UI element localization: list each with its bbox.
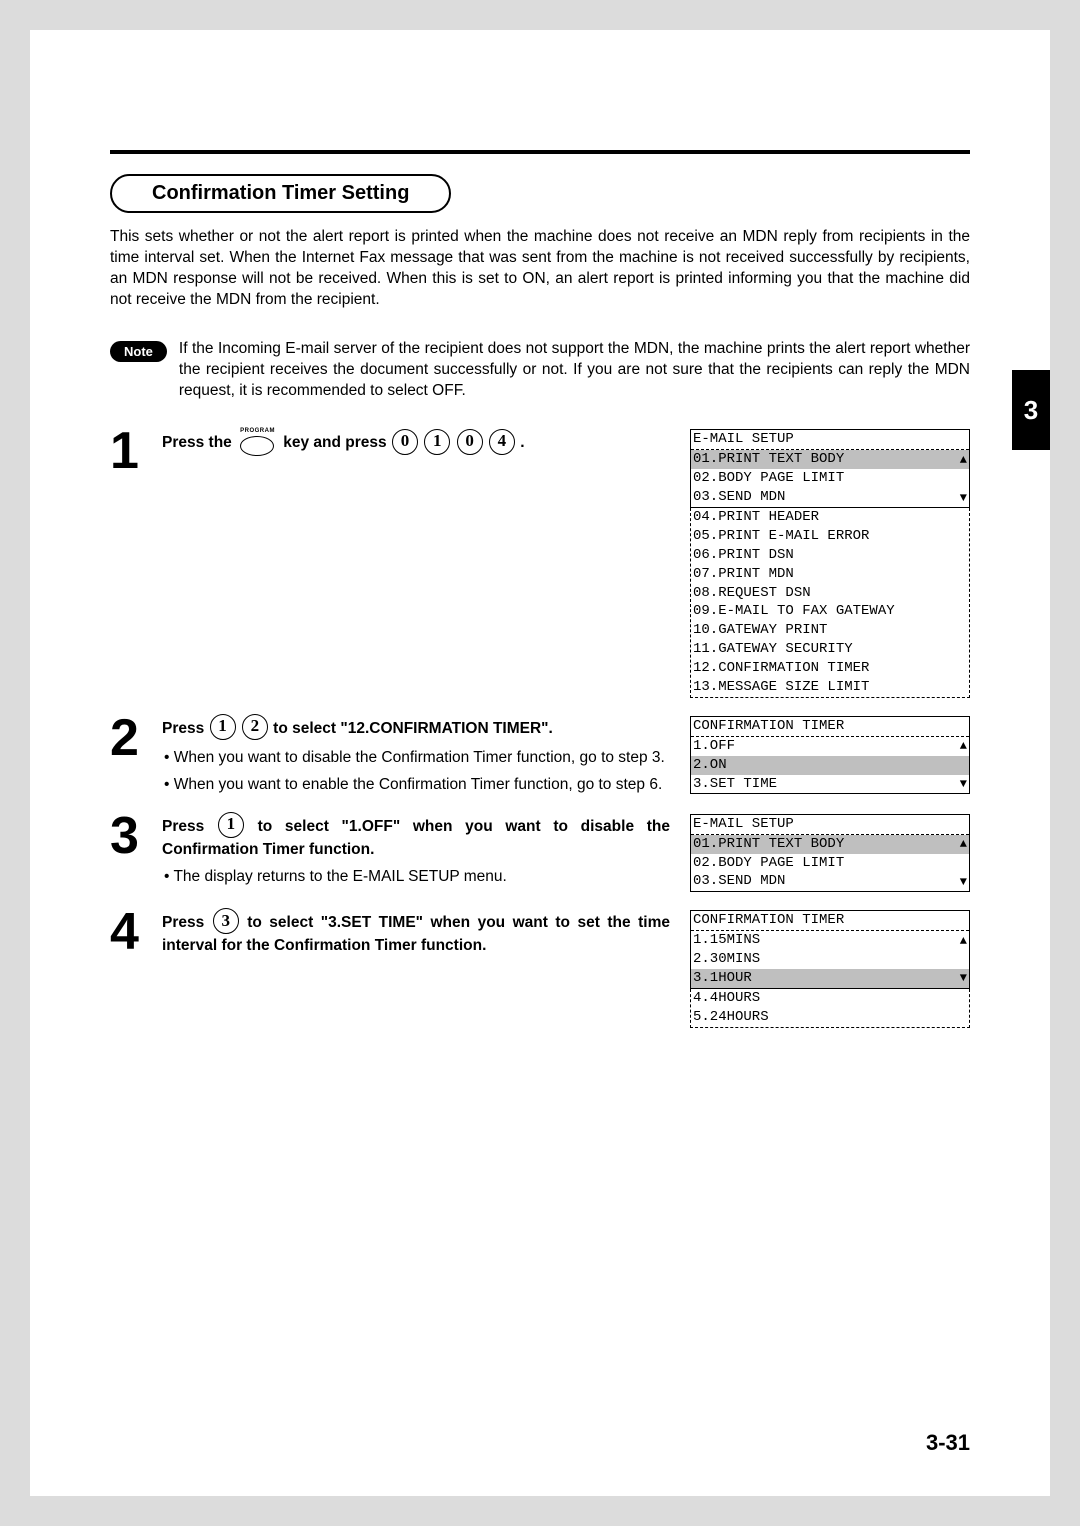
chapter-tab: 3 (1012, 370, 1050, 450)
step-2: 2 Press 1 2 to select "12.CONFIRMATION T… (110, 716, 970, 796)
screen-1: E-MAIL SETUP01.PRINT TEXT BODY▲02.BODY P… (690, 429, 970, 697)
screen-row: 3.1HOUR▼ (691, 969, 969, 988)
screen-row-hidden: 05.PRINT E-MAIL ERROR (691, 527, 969, 546)
top-rule (110, 150, 970, 154)
program-key-icon: PROGRAM (240, 427, 275, 455)
up-arrow-icon: ▲ (960, 935, 967, 947)
screen-2: CONFIRMATION TIMER1.OFF▲2.ON3.SET TIME▼ (690, 716, 970, 795)
up-arrow-icon: ▲ (960, 454, 967, 466)
step2-text-a: Press (162, 720, 204, 737)
screen-row-hidden: 08.REQUEST DSN (691, 584, 969, 603)
key-1: 1 (210, 714, 236, 740)
key-1: 1 (424, 429, 450, 455)
screen-row: 2.30MINS (691, 950, 969, 969)
screen-title: E-MAIL SETUP (693, 815, 794, 834)
key-0b: 0 (457, 429, 483, 455)
intro-paragraph: This sets whether or not the alert repor… (110, 227, 970, 311)
step-1: 1 Press the PROGRAM key and press 0 1 0 … (110, 429, 970, 697)
screen-title: E-MAIL SETUP (693, 430, 794, 449)
screen-row: 2.ON (691, 756, 969, 775)
key-0: 0 (392, 429, 418, 455)
screen-row: 03.SEND MDN▼ (691, 872, 969, 891)
up-arrow-icon: ▲ (960, 740, 967, 752)
screen-row: 02.BODY PAGE LIMIT (691, 469, 969, 488)
screen-row: 03.SEND MDN▼ (691, 488, 969, 507)
step3-text-a: Press (162, 818, 204, 835)
key-3: 3 (213, 908, 239, 934)
screen-row-hidden: 5.24HOURS (691, 1008, 969, 1027)
down-arrow-icon: ▼ (960, 972, 967, 984)
screen-row: 01.PRINT TEXT BODY▲ (691, 835, 969, 854)
screen-row: 01.PRINT TEXT BODY▲ (691, 450, 969, 469)
up-arrow-icon: ▲ (960, 838, 967, 850)
step2-bullet-2: • When you want to enable the Confirmati… (162, 775, 670, 796)
step3-bullet-1: • The display returns to the E-MAIL SETU… (162, 867, 670, 888)
key-1: 1 (218, 812, 244, 838)
key-2: 2 (242, 714, 268, 740)
step1-text-b: key and press (283, 435, 386, 452)
page-number: 3-31 (926, 1430, 970, 1456)
screen-row-hidden: 09.E-MAIL TO FAX GATEWAY (691, 602, 969, 621)
screen-row-hidden: 06.PRINT DSN (691, 546, 969, 565)
step-3: 3 Press 1 to select "1.OFF" when you wan… (110, 814, 970, 893)
screen-row-hidden: 10.GATEWAY PRINT (691, 621, 969, 640)
screen-row: 3.SET TIME▼ (691, 775, 969, 794)
step1-dot: . (520, 435, 524, 452)
step2-text-b: to select "12.CONFIRMATION TIMER". (273, 720, 553, 737)
step1-text-a: Press the (162, 435, 232, 452)
step-number: 3 (110, 814, 150, 858)
screen-title: CONFIRMATION TIMER (693, 717, 844, 736)
step-number: 2 (110, 716, 150, 760)
screen-row: 1.15MINS▲ (691, 931, 969, 950)
screen-3: E-MAIL SETUP01.PRINT TEXT BODY▲02.BODY P… (690, 814, 970, 893)
screen-row-hidden: 04.PRINT HEADER (691, 508, 969, 527)
step-number: 1 (110, 429, 150, 473)
screen-row-hidden: 07.PRINT MDN (691, 565, 969, 584)
screen-title: CONFIRMATION TIMER (693, 911, 844, 930)
screen-row-hidden: 13.MESSAGE SIZE LIMIT (691, 678, 969, 697)
note-badge: Note (110, 341, 167, 362)
down-arrow-icon: ▼ (960, 876, 967, 888)
down-arrow-icon: ▼ (960, 492, 967, 504)
screen-4: CONFIRMATION TIMER1.15MINS▲2.30MINS3.1HO… (690, 910, 970, 1027)
down-arrow-icon: ▼ (960, 778, 967, 790)
step-4: 4 Press 3 to select "3.SET TIME" when yo… (110, 910, 970, 1027)
key-4: 4 (489, 429, 515, 455)
screen-row: 1.OFF▲ (691, 737, 969, 756)
step2-bullet-1: • When you want to disable the Confirmat… (162, 748, 670, 769)
screen-row-hidden: 4.4HOURS (691, 989, 969, 1008)
step-number: 4 (110, 910, 150, 954)
manual-page: Confirmation Timer Setting This sets whe… (30, 30, 1050, 1496)
step4-text-a: Press (162, 914, 204, 931)
note-block: Note If the Incoming E-mail server of th… (110, 339, 970, 402)
note-text: If the Incoming E-mail server of the rec… (179, 339, 970, 402)
screen-row: 02.BODY PAGE LIMIT (691, 854, 969, 873)
section-title: Confirmation Timer Setting (110, 174, 451, 213)
screen-row-hidden: 11.GATEWAY SECURITY (691, 640, 969, 659)
screen-row-hidden: 12.CONFIRMATION TIMER (691, 659, 969, 678)
